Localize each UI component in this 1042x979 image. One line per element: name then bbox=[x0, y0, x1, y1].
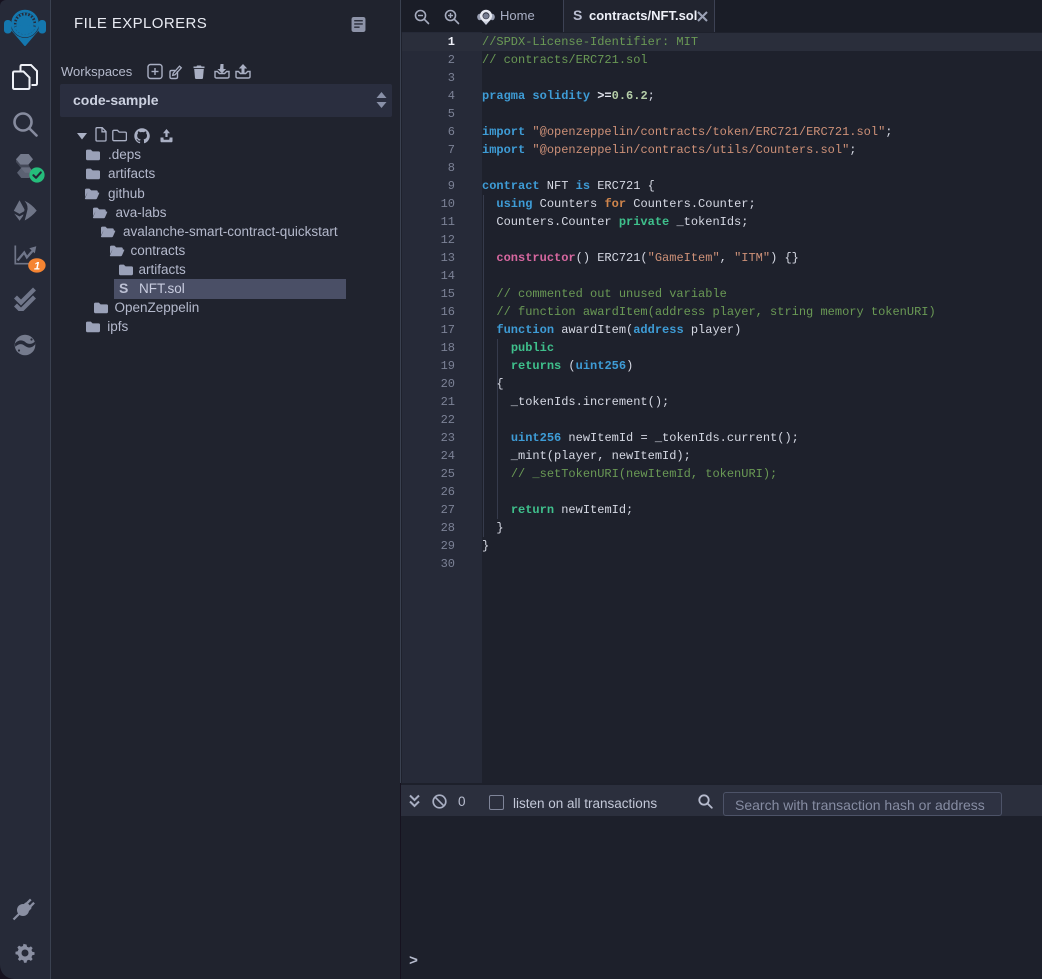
svg-text:1: 1 bbox=[34, 261, 40, 273]
